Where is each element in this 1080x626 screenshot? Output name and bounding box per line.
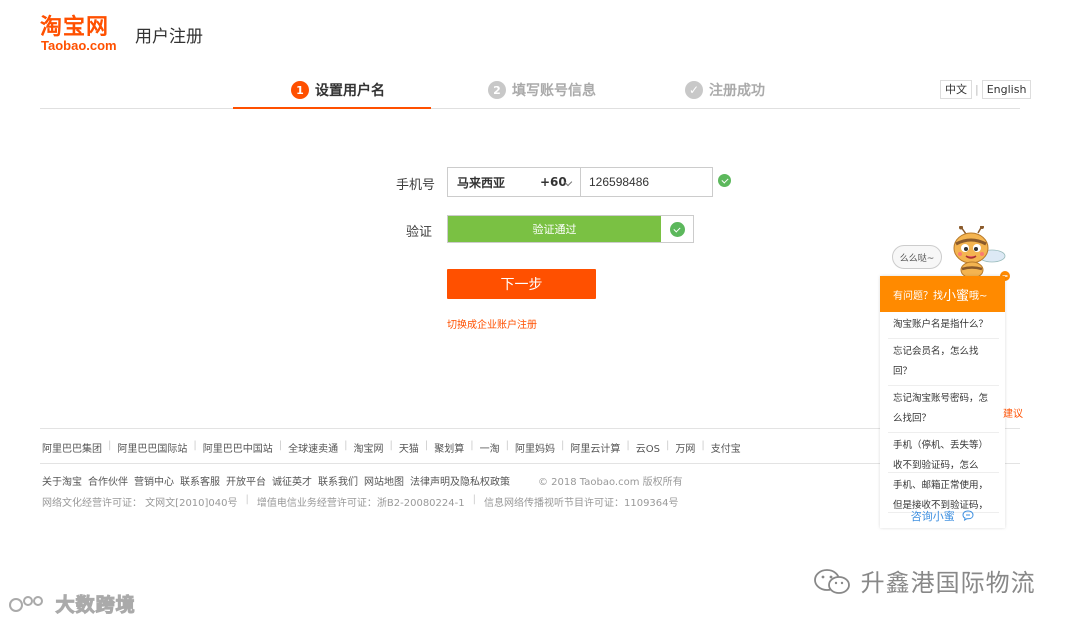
help-faq-item[interactable]: 手机（停机、丢失等）收不到验证码，怎么 xyxy=(888,433,999,473)
lang-chinese-button[interactable]: 中文 xyxy=(940,80,972,99)
phone-input[interactable] xyxy=(581,167,713,197)
footer-link[interactable]: 全球速卖通 xyxy=(288,440,338,455)
footer-link[interactable]: 诚征英才 xyxy=(272,473,312,488)
feedback-link[interactable]: 建议 xyxy=(1003,405,1023,420)
next-step-button[interactable]: 下一步 xyxy=(447,269,596,299)
active-step-underline xyxy=(233,107,431,109)
verify-check-icon xyxy=(669,221,685,237)
footer-group-links: 阿里巴巴集团 | 阿里巴巴国际站 | 阿里巴巴中国站 | 全球速卖通 | 淘宝网 | 天猫… xyxy=(42,440,741,455)
license-text: 信息网络传播视听节目许可证：1109364号 xyxy=(483,498,679,509)
help-head-name: 小蜜 xyxy=(943,288,970,304)
copyright-text: © 2018 Taobao.com 版权所有 xyxy=(538,477,683,488)
watermark-right: 升鑫港国际物流 xyxy=(812,563,1036,598)
logo-cn-text: 淘宝网 xyxy=(40,15,110,40)
help-faq-item[interactable]: 忘记会员名，怎么找回？ xyxy=(888,339,999,386)
watermark-logo-icon xyxy=(9,596,43,612)
page-title: 用户注册 xyxy=(135,27,203,47)
footer-link[interactable]: 聚划算 xyxy=(434,440,464,455)
license-text: 增值电信业务经营许可证：浙B2-20080224-1 xyxy=(256,498,465,509)
step-fill-account-info: 2 填写账号信息 xyxy=(488,78,596,102)
logo-en-text: Taobao.com xyxy=(41,38,117,53)
footer-link[interactable]: 阿里巴巴国际站 xyxy=(117,440,187,455)
footer-about-links: 关于淘宝 合作伙伴 营销中心 联系客服 开放平台 诚征英才 联系我们 网站地图 … xyxy=(42,473,683,488)
footer-link[interactable]: 联系客服 xyxy=(180,473,220,488)
help-head-suffix: 哦~ xyxy=(969,290,988,302)
footer-link[interactable]: 法律声明及隐私权政策 xyxy=(410,473,510,488)
step-set-username: 1 设置用户名 xyxy=(291,78,385,102)
footer-link[interactable]: 天猫 xyxy=(399,440,419,455)
verify-passed-text: 验证通过 xyxy=(448,216,661,242)
bee-mascot-icon[interactable] xyxy=(948,226,1010,282)
footer-licenses: 网络文化经营许可证： 文网文[2010]040号 | 增值电信业务经营许可证：浙B… xyxy=(42,494,679,509)
country-name: 马来西亚 xyxy=(457,175,506,190)
steps-divider xyxy=(40,108,1020,109)
taobao-logo[interactable]: 淘宝网 Taobao.com xyxy=(40,16,130,56)
step-number-1: 1 xyxy=(291,81,309,99)
footer-divider-bottom xyxy=(40,463,1020,464)
consult-label: 咨询小蜜 xyxy=(910,510,955,523)
help-faq-item[interactable]: 淘宝账户名是指什么？ xyxy=(888,312,999,339)
lang-separator: | xyxy=(975,83,979,96)
footer-link[interactable]: 网站地图 xyxy=(364,473,404,488)
footer-link[interactable]: 阿里巴巴集团 xyxy=(42,440,102,455)
step-label-1: 设置用户名 xyxy=(315,83,385,99)
footer-link[interactable]: 合作伙伴 xyxy=(88,473,128,488)
footer-link[interactable]: 阿里妈妈 xyxy=(515,440,555,455)
footer-link[interactable]: 淘宝网 xyxy=(354,440,384,455)
lang-english-button[interactable]: English xyxy=(981,80,1032,99)
help-faq-item[interactable]: 忘记淘宝账号密码，怎么找回？ xyxy=(888,386,999,433)
slider-verification[interactable]: 验证通过 xyxy=(447,215,694,243)
help-faq-item[interactable]: 手机、邮箱正常使用，但是接收不到验证码， xyxy=(888,473,999,513)
footer-link[interactable]: 一淘 xyxy=(480,440,500,455)
help-panel: 有问题？找 小蜜 哦~ 淘宝账户名是指什么？ 忘记会员名，怎么找回？ 忘记淘宝账… xyxy=(880,276,1005,528)
footer-link[interactable]: 营销中心 xyxy=(134,473,174,488)
step-registration-success: ✓ 注册成功 xyxy=(685,78,765,102)
help-header: 有问题？找 小蜜 哦~ xyxy=(880,276,1005,312)
footer-link[interactable]: 阿里云计算 xyxy=(570,440,620,455)
country-select[interactable]: 马来西亚 +60 xyxy=(447,167,581,197)
step-number-2: 2 xyxy=(488,81,506,99)
phone-valid-check-icon xyxy=(718,174,731,187)
language-switcher: 中文 | English xyxy=(940,80,1032,99)
slider-handle[interactable] xyxy=(661,216,693,242)
footer-link[interactable]: 开放平台 xyxy=(226,473,266,488)
help-speech-bubble: 么么哒~ xyxy=(892,245,942,269)
license-text: 网络文化经营许可证： 文网文[2010]040号 xyxy=(42,498,238,509)
business-register-link[interactable]: 切换成企业账户注册 xyxy=(447,316,537,331)
country-code: +60 xyxy=(540,175,567,189)
footer-link[interactable]: 联系我们 xyxy=(318,473,358,488)
watermark-left-text: 大数跨境 xyxy=(55,594,136,617)
watermark-left: 大数跨境 xyxy=(8,590,136,617)
footer-link[interactable]: 阿里巴巴中国站 xyxy=(203,440,273,455)
footer-link[interactable]: 支付宝 xyxy=(711,440,741,455)
footer-divider-top xyxy=(40,428,1020,429)
verify-label: 验证 xyxy=(406,225,433,240)
step-label-3: 注册成功 xyxy=(709,83,765,99)
footer-link[interactable]: 万网 xyxy=(675,440,695,455)
footer-link[interactable]: 关于淘宝 xyxy=(42,473,82,488)
footer-link[interactable]: 云OS xyxy=(636,440,660,455)
chat-bubble-icon xyxy=(962,510,974,521)
help-head-prefix: 有问题？找 xyxy=(893,290,943,302)
step-label-2: 填写账号信息 xyxy=(512,83,596,99)
consult-xiaomi-button[interactable]: 咨询小蜜 xyxy=(880,508,1005,524)
phone-label: 手机号 xyxy=(396,178,436,193)
watermark-right-text: 升鑫港国际物流 xyxy=(860,569,1036,597)
wechat-icon xyxy=(814,569,850,594)
check-icon: ✓ xyxy=(685,81,703,99)
